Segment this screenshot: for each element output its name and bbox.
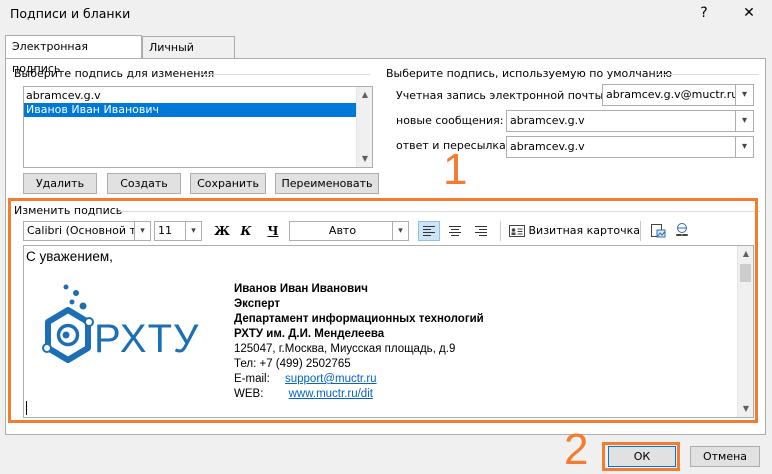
annotation-step-2: 2 <box>564 425 589 474</box>
annotation-step-1: 1 <box>443 145 468 194</box>
chevron-down-icon[interactable]: ▾ <box>735 85 753 105</box>
account-select[interactable]: abramcev.g.v@muctr.ru ▾ <box>602 84 754 106</box>
save-button[interactable]: Сохранить <box>190 173 266 194</box>
replies-value: abramcev.g.v <box>510 140 585 153</box>
tab-personal-stationery[interactable]: Личный бланк <box>142 36 235 76</box>
account-value: abramcev.g.v@muctr.ru <box>606 88 739 101</box>
chevron-down-icon[interactable]: ▾ <box>735 111 753 131</box>
group-divider <box>655 74 759 75</box>
list-item-selected[interactable]: Иванов Иван Иванович <box>24 103 357 117</box>
list-item[interactable]: abramcev.g.v <box>24 89 372 103</box>
tab-email-signature[interactable]: Электронная подпись <box>5 35 142 75</box>
dialog-title: Подписи и бланки <box>10 6 131 21</box>
default-signature-label: Выберите подпись, используемую по умолча… <box>386 67 673 80</box>
scroll-up-icon[interactable]: ▲ <box>357 87 373 103</box>
new-messages-label: новые сообщения: <box>396 114 504 127</box>
new-messages-select[interactable]: abramcev.g.v ▾ <box>506 110 754 132</box>
highlight-edit-area <box>8 198 758 423</box>
group-divider <box>200 74 370 75</box>
create-button[interactable]: Создать <box>107 173 181 194</box>
chevron-down-icon[interactable]: ▾ <box>735 137 753 157</box>
replies-select[interactable]: abramcev.g.v ▾ <box>506 136 754 158</box>
list-scrollbar[interactable]: ▲ ▼ <box>356 87 372 167</box>
delete-button[interactable]: Удалить <box>23 173 97 194</box>
help-button[interactable]: ? <box>691 2 717 24</box>
rename-button[interactable]: Переименовать <box>275 173 379 194</box>
close-button[interactable]: ✕ <box>736 2 762 24</box>
highlight-ok-button <box>602 442 680 471</box>
new-messages-value: abramcev.g.v <box>510 114 585 127</box>
scroll-down-icon[interactable]: ▼ <box>357 151 373 167</box>
cancel-button[interactable]: Отмена <box>690 446 760 467</box>
signature-list[interactable]: abramcev.g.v Иванов Иван Иванович ▲ ▼ <box>23 86 373 168</box>
account-label: Учетная запись электронной почты: <box>396 89 607 102</box>
